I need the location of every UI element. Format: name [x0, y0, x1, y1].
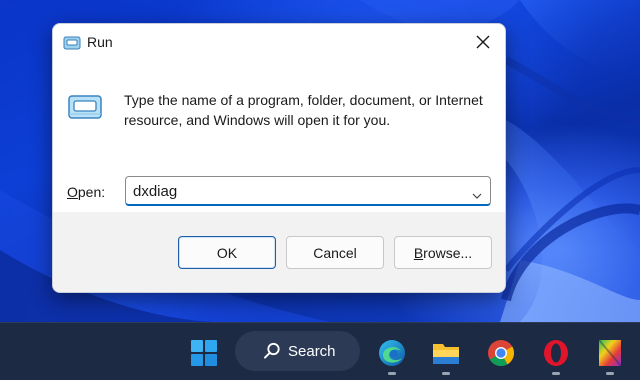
- app-icon: [598, 339, 622, 367]
- browse-button[interactable]: Browse...: [394, 236, 492, 269]
- close-button[interactable]: [461, 24, 505, 60]
- taskbar-file-explorer[interactable]: [426, 333, 466, 375]
- running-indicator: [442, 372, 450, 375]
- dialog-title: Run: [87, 34, 113, 50]
- taskbar-chrome[interactable]: [481, 333, 521, 373]
- taskbar-opera[interactable]: [536, 333, 576, 375]
- start-button[interactable]: [184, 333, 224, 373]
- dialog-content: Type the name of a program, folder, docu…: [53, 62, 505, 212]
- open-combobox[interactable]: dxdiag: [125, 176, 491, 206]
- search-icon: [264, 342, 280, 359]
- file-explorer-icon: [433, 344, 459, 364]
- run-dialog: Run Type the name of a program, folder, …: [52, 23, 506, 293]
- browse-accelerator: B: [413, 244, 424, 261]
- cancel-button[interactable]: Cancel: [286, 236, 384, 269]
- open-label-text: pen:: [77, 184, 106, 200]
- start-icon: [191, 340, 217, 366]
- open-label-accelerator: O: [67, 184, 78, 200]
- dialog-footer: OK Cancel Browse...: [53, 212, 505, 292]
- browse-label: rowse...: [423, 244, 473, 261]
- taskbar-search[interactable]: Search: [235, 331, 360, 371]
- taskbar: Search: [0, 322, 640, 380]
- run-icon: [67, 94, 105, 122]
- title-bar[interactable]: Run: [53, 24, 505, 62]
- ok-button[interactable]: OK: [178, 236, 276, 269]
- chevron-down-icon[interactable]: [472, 187, 482, 199]
- running-indicator: [552, 372, 560, 375]
- search-label: Search: [288, 342, 336, 360]
- edge-icon: [379, 340, 405, 366]
- chrome-icon: [488, 340, 515, 367]
- taskbar-app[interactable]: [590, 333, 630, 375]
- close-icon: [476, 35, 490, 49]
- open-input[interactable]: dxdiag: [133, 183, 177, 200]
- opera-icon: [544, 340, 568, 366]
- dialog-description: Type the name of a program, folder, docu…: [124, 92, 483, 128]
- running-indicator: [606, 372, 614, 375]
- run-icon: [63, 36, 81, 50]
- running-indicator: [388, 372, 396, 375]
- open-label: Open:: [67, 184, 105, 200]
- taskbar-edge[interactable]: [372, 333, 412, 375]
